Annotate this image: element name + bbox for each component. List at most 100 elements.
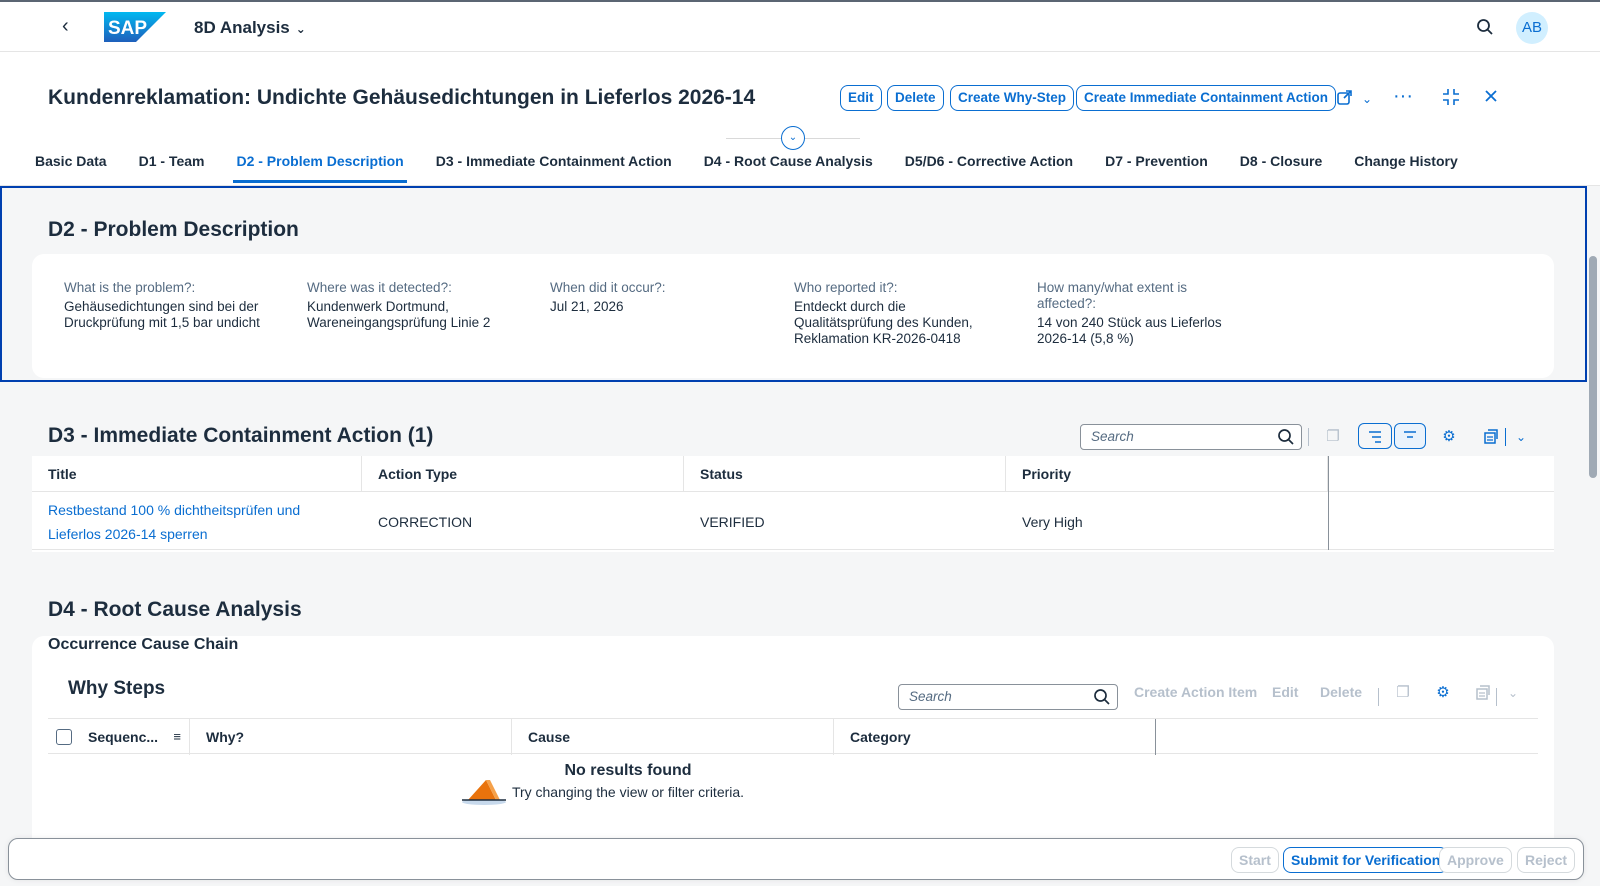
table-header: Title Action Type Status Priority — [32, 456, 1554, 492]
column-header-priority[interactable]: Priority — [1006, 456, 1328, 492]
column-header-sequence-label: Sequenc... — [88, 729, 159, 745]
sort-icon: ≡ — [173, 729, 181, 744]
tab-d1-team[interactable]: D1 - Team — [139, 147, 205, 183]
field-value: Entdeckt durch die Qualitätsprüfung des … — [794, 299, 973, 346]
delete-button[interactable]: Delete — [887, 85, 944, 111]
tab-d8-closure[interactable]: D8 - Closure — [1240, 147, 1322, 183]
field-label: Where was it detected?: — [307, 280, 452, 295]
row-priority: Very High — [1022, 514, 1083, 530]
d4-section-title: D4 - Root Cause Analysis — [48, 598, 302, 621]
start-button[interactable]: Start — [1231, 847, 1279, 873]
edit-button[interactable]: Edit — [840, 85, 882, 111]
toolbar-separator — [1378, 688, 1379, 706]
row-status: VERIFIED — [700, 514, 765, 530]
column-header-action-type[interactable]: Action Type — [362, 456, 684, 492]
why-delete-button[interactable]: Delete — [1320, 684, 1362, 700]
field-extent: How many/what extent is affected?: 14 vo… — [1037, 280, 1237, 347]
column-divider — [1328, 492, 1329, 550]
search-placeholder: Search — [1091, 429, 1134, 444]
d2-section-title: D2 - Problem Description — [48, 218, 299, 241]
copy-icon[interactable]: ❐ — [1390, 680, 1416, 706]
tab-d3-immediate-containment[interactable]: D3 - Immediate Containment Action — [436, 147, 672, 183]
column-header-cause[interactable]: Cause — [512, 719, 834, 755]
row-title-link[interactable]: Restbestand 100 % dichtheitsprüfen und L… — [32, 498, 332, 546]
page-title: Kundenreklamation: Undichte Gehäusedicht… — [48, 86, 756, 109]
select-all-checkbox[interactable] — [56, 729, 72, 745]
no-results-title: No results found — [564, 762, 692, 779]
field-who: Who reported it?: Entdeckt durch die Qua… — [794, 280, 994, 347]
why-steps-title: Why Steps — [68, 678, 166, 699]
search-placeholder: Search — [909, 689, 952, 704]
collapse-rows-icon[interactable] — [1394, 423, 1426, 449]
export-chevron-down-icon[interactable]: ⌄ — [1500, 680, 1526, 706]
tab-d2-problem-description[interactable]: D2 - Problem Description — [233, 147, 407, 183]
field-when: When did it occur?: Jul 21, 2026 — [550, 280, 770, 315]
why-steps-search-input[interactable]: Search — [898, 684, 1118, 710]
column-header-why[interactable]: Why? — [190, 719, 512, 755]
scrollbar-thumb[interactable] — [1589, 256, 1597, 478]
export-icon[interactable] — [1478, 424, 1504, 450]
export-chevron-down-icon[interactable]: ⌄ — [1508, 424, 1534, 450]
no-results-message: No results found Try changing the view o… — [498, 760, 758, 802]
search-icon[interactable] — [1093, 688, 1111, 706]
field-value: Jul 21, 2026 — [550, 299, 624, 314]
share-menu-chevron-down-icon[interactable]: ⌄ — [1356, 88, 1378, 110]
svg-text:SAP: SAP — [108, 18, 147, 39]
field-label: When did it occur?: — [550, 280, 666, 295]
app-title-menu[interactable]: 8D Analysis ⌄ — [194, 18, 306, 38]
search-icon[interactable] — [1476, 18, 1494, 36]
field-label: What is the problem?: — [64, 280, 196, 295]
column-header-category[interactable]: Category — [834, 719, 1156, 755]
settings-gear-icon[interactable]: ⚙ — [1436, 424, 1462, 450]
column-header-sequence[interactable]: Sequenc... ≡ — [72, 719, 190, 755]
tab-change-history[interactable]: Change History — [1354, 147, 1457, 183]
toolbar-separator — [1505, 428, 1506, 446]
d3-search-input[interactable]: Search — [1080, 424, 1302, 450]
create-action-item-button[interactable]: Create Action Item — [1134, 684, 1257, 700]
submit-for-verification-button[interactable]: Submit for Verification — [1283, 847, 1449, 873]
sap-logo[interactable]: SAP — [104, 12, 166, 42]
reject-button[interactable]: Reject — [1517, 847, 1576, 873]
settings-gear-icon[interactable]: ⚙ — [1430, 680, 1456, 706]
column-divider — [1328, 456, 1329, 492]
create-why-step-button[interactable]: Create Why-Step — [950, 85, 1075, 111]
avatar[interactable]: AB — [1516, 12, 1548, 44]
object-page-header: Kundenreklamation: Undichte Gehäusedicht… — [0, 52, 1600, 186]
footer-toolbar: Start Submit for Verification Approve Re… — [8, 838, 1584, 880]
tab-basic-data[interactable]: Basic Data — [35, 147, 107, 183]
chevron-down-icon: ⌄ — [295, 22, 306, 36]
more-options-icon[interactable]: ··· — [1392, 86, 1414, 110]
why-edit-button[interactable]: Edit — [1272, 684, 1298, 700]
tab-d5-d6-corrective-action[interactable]: D5/D6 - Corrective Action — [905, 147, 1073, 183]
tab-d7-prevention[interactable]: D7 - Prevention — [1105, 147, 1208, 183]
share-icon[interactable] — [1334, 88, 1356, 110]
back-chevron-icon[interactable]: ‹ — [62, 16, 78, 36]
d3-table: Title Action Type Status Priority Restbe… — [32, 456, 1554, 552]
field-value: Gehäusedichtungen sind bei der Druckprüf… — [64, 299, 260, 330]
table-header: Sequenc... ≡ Why? Cause Category — [48, 718, 1538, 755]
approve-button[interactable]: Approve — [1439, 847, 1512, 873]
search-icon[interactable] — [1277, 428, 1295, 446]
shell-bar: ‹ SAP 8D Analysis ⌄ AB — [0, 0, 1600, 52]
close-icon[interactable] — [1480, 88, 1502, 110]
column-header-status[interactable]: Status — [684, 456, 1006, 492]
field-where: Where was it detected?: Kundenwerk Dortm… — [307, 280, 507, 331]
section-tabs: Basic Data D1 - Team D2 - Problem Descri… — [35, 147, 1490, 183]
toolbar-separator — [1496, 688, 1497, 706]
copy-icon[interactable]: ❐ — [1320, 424, 1346, 450]
field-label: How many/what extent is affected?: — [1037, 280, 1188, 311]
exit-fullscreen-icon[interactable] — [1440, 88, 1462, 110]
no-results-text: Try changing the view or filter criteria… — [511, 784, 745, 800]
why-steps-table: Sequenc... ≡ Why? Cause Category — [48, 718, 1538, 756]
d3-section-title: D3 - Immediate Containment Action (1) — [48, 424, 434, 447]
field-label: Who reported it?: — [794, 280, 898, 295]
export-icon[interactable] — [1470, 680, 1496, 706]
row-action-type: CORRECTION — [378, 514, 473, 530]
create-containment-action-button[interactable]: Create Immediate Containment Action — [1076, 85, 1337, 111]
column-header-title[interactable]: Title — [32, 456, 362, 492]
tab-d4-root-cause[interactable]: D4 - Root Cause Analysis — [704, 147, 873, 183]
expand-rows-icon[interactable] — [1358, 423, 1392, 449]
field-what: What is the problem?: Gehäusedichtungen … — [64, 280, 284, 331]
toolbar-separator — [1308, 428, 1309, 446]
table-row[interactable]: Restbestand 100 % dichtheitsprüfen und L… — [32, 492, 1554, 550]
